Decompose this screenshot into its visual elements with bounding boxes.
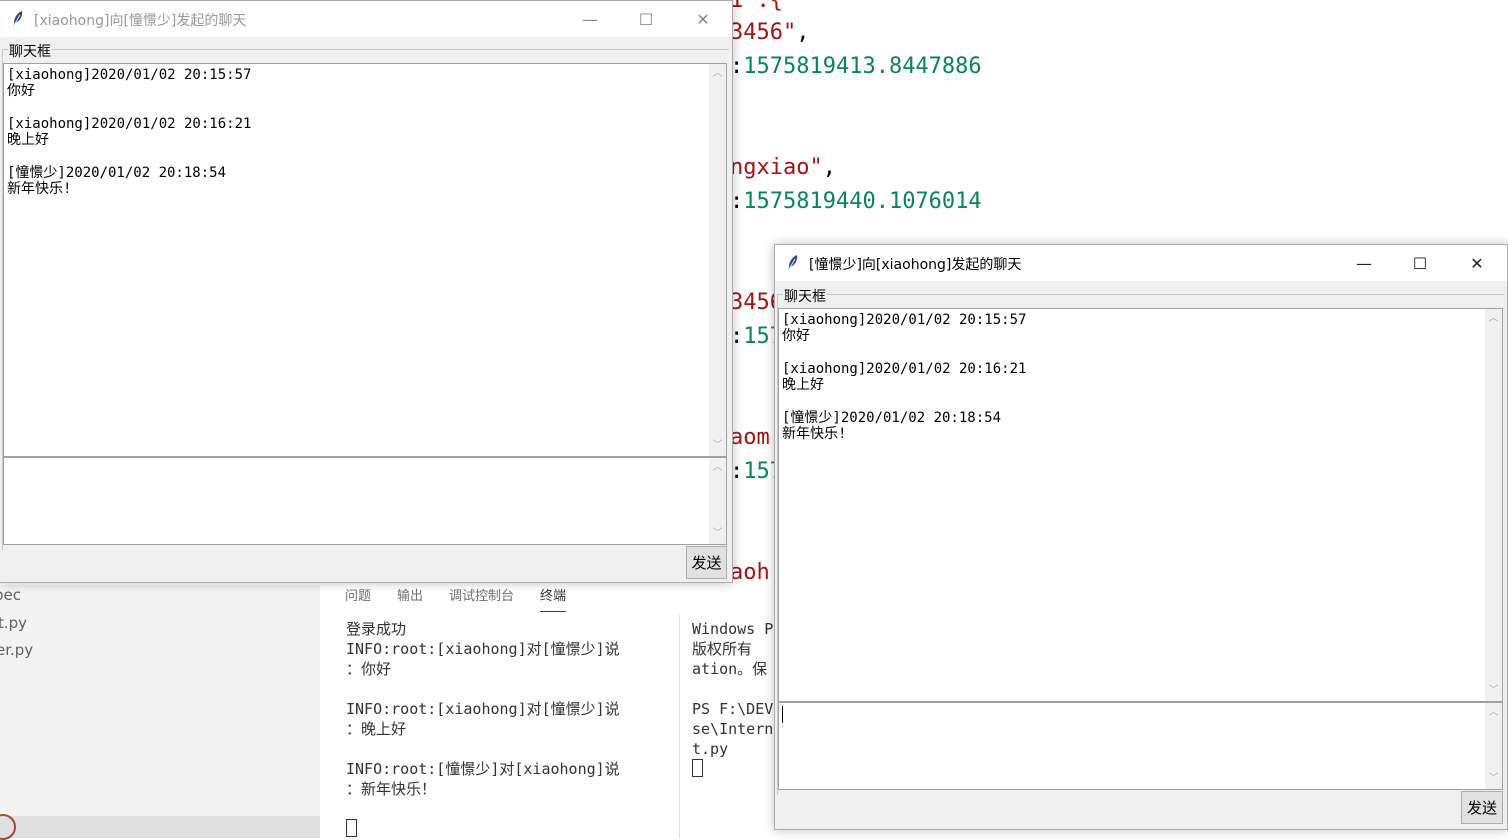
scroll-up-icon[interactable]: ︿: [1488, 314, 1499, 324]
scroll-down-icon[interactable]: ﹀: [712, 441, 723, 451]
text-caret: [782, 706, 783, 723]
input-scrollbar[interactable]: ︿ ﹀: [709, 458, 726, 544]
scroll-up-icon[interactable]: ︿: [712, 69, 723, 79]
sidebar-file[interactable]: t.py: [0, 614, 27, 632]
tab-debug-console[interactable]: 调试控制台: [449, 585, 514, 615]
minimize-button[interactable]: —: [567, 1, 613, 37]
send-button[interactable]: 发送: [686, 546, 727, 579]
chat-window-chongjingshao: [憧憬少]向[xiaohong]发起的聊天 — ☐ ✕ 聊天框 [xiaohon…: [774, 244, 1508, 830]
history-scrollbar[interactable]: ︿ ﹀: [709, 64, 726, 456]
close-button[interactable]: ✕: [680, 1, 726, 37]
terminal-cursor: [346, 819, 357, 840]
code-line: 1 :{: [730, 0, 783, 13]
message-input[interactable]: ︿ ﹀: [778, 702, 1503, 790]
input-scrollbar[interactable]: ︿ ﹀: [1485, 703, 1502, 789]
maximize-button[interactable]: ☐: [1397, 245, 1443, 281]
frame-label: 聊天框: [783, 286, 827, 306]
terminal-cursor: [692, 759, 703, 780]
code-line: :1575819440.1076014: [730, 189, 982, 214]
panel-tabs: 问题 输出 调试控制台 终端: [345, 585, 567, 615]
frame-label: 聊天框: [8, 41, 52, 61]
tab-output[interactable]: 输出: [397, 585, 423, 615]
sidebar-file[interactable]: pec: [0, 586, 21, 604]
chat-window-xiaohong: [xiaohong]向[憧憬少]发起的聊天 — ☐ ✕ 聊天框 [xiaohon…: [0, 0, 733, 583]
sidebar-file[interactable]: er.py: [0, 641, 33, 659]
message-history[interactable]: [xiaohong]2020/01/02 20:15:57 你好 [xiaoho…: [3, 63, 727, 457]
explorer-sidebar: pec t.py er.py: [0, 585, 320, 840]
close-button[interactable]: ✕: [1454, 245, 1500, 281]
message-log: [xiaohong]2020/01/02 20:15:57 你好 [xiaoho…: [7, 67, 252, 198]
sidebar-footer: [0, 816, 320, 838]
scroll-down-icon[interactable]: ﹀: [712, 529, 723, 539]
message-input[interactable]: ︿ ﹀: [3, 457, 727, 545]
send-button[interactable]: 发送: [1461, 791, 1503, 824]
terminal-output-left[interactable]: 登录成功 INFO:root:[xiaohong]对[憧憬少]说 ：你好 INF…: [346, 619, 620, 799]
scroll-up-icon[interactable]: ︿: [712, 463, 723, 473]
minimize-button[interactable]: —: [1341, 245, 1387, 281]
message-log: [xiaohong]2020/01/02 20:15:57 你好 [xiaoho…: [782, 312, 1027, 443]
code-line: aom: [730, 425, 770, 450]
code-line: aoh: [730, 560, 770, 585]
code-line: 3456",: [730, 20, 810, 45]
code-line: ngxiao",: [730, 155, 836, 180]
maximize-button[interactable]: ☐: [623, 1, 669, 37]
code-line: :1575819413.8447886: [730, 54, 982, 79]
scroll-down-icon[interactable]: ﹀: [1488, 774, 1499, 784]
title-bar[interactable]: [xiaohong]向[憧憬少]发起的聊天 — ☐ ✕: [0, 1, 732, 37]
terminal-split-divider[interactable]: [679, 615, 680, 838]
tab-terminal[interactable]: 终端: [540, 585, 567, 615]
title-bar[interactable]: [憧憬少]向[xiaohong]发起的聊天 — ☐ ✕: [775, 245, 1507, 281]
scroll-down-icon[interactable]: ﹀: [1488, 686, 1499, 696]
window-title: [xiaohong]向[憧憬少]发起的聊天: [34, 13, 247, 29]
scroll-up-icon[interactable]: ︿: [1488, 708, 1499, 718]
tk-feather-icon: [787, 255, 798, 272]
tab-problems[interactable]: 问题: [345, 585, 371, 615]
message-history[interactable]: [xiaohong]2020/01/02 20:15:57 你好 [xiaoho…: [778, 308, 1503, 702]
window-title: [憧憬少]向[xiaohong]发起的聊天: [809, 257, 1022, 273]
terminal-output-right[interactable]: Windows P 版权所有 ation。保 PS F:\DEV se\Inte…: [692, 619, 773, 759]
tk-feather-icon: [12, 11, 23, 28]
history-scrollbar[interactable]: ︿ ﹀: [1485, 309, 1502, 701]
